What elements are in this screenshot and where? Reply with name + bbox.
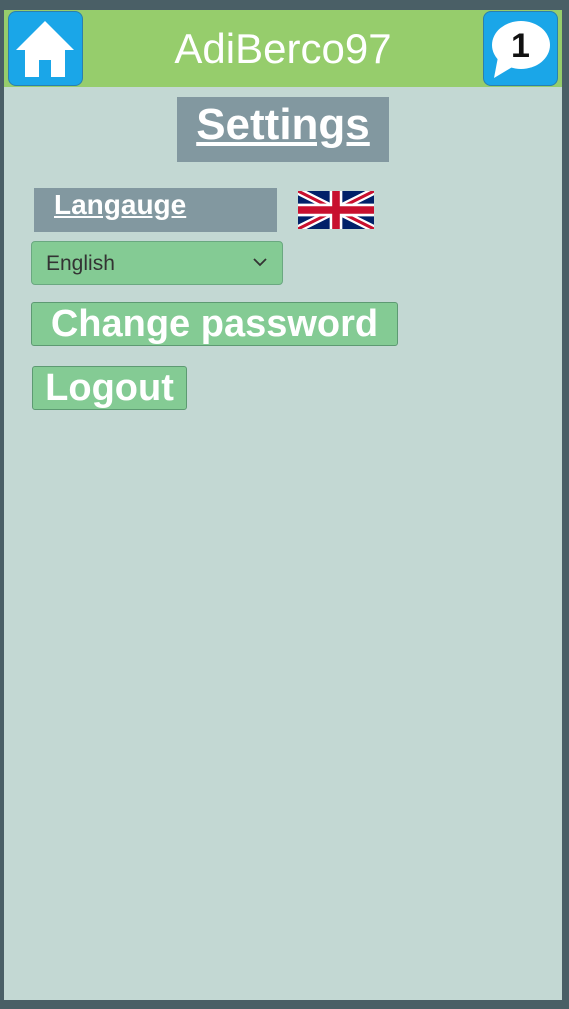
language-dropdown[interactable]: English xyxy=(31,241,283,285)
notification-count: 1 xyxy=(511,27,530,65)
username-title: AdiBerco97 xyxy=(174,25,392,72)
uk-flag-icon xyxy=(298,191,374,229)
language-label: Langauge xyxy=(34,188,277,232)
notifications-button[interactable]: 1 xyxy=(483,11,558,86)
language-selected-value: English xyxy=(46,252,115,275)
page-title: Settings xyxy=(177,97,389,162)
header-bar: AdiBerco97 1 xyxy=(4,10,562,87)
change-password-button[interactable]: Change password xyxy=(31,302,398,346)
app-screen: AdiBerco97 1 Settings Langauge English C… xyxy=(4,10,562,1000)
logout-button[interactable]: Logout xyxy=(32,366,187,410)
chevron-down-icon xyxy=(253,258,267,267)
